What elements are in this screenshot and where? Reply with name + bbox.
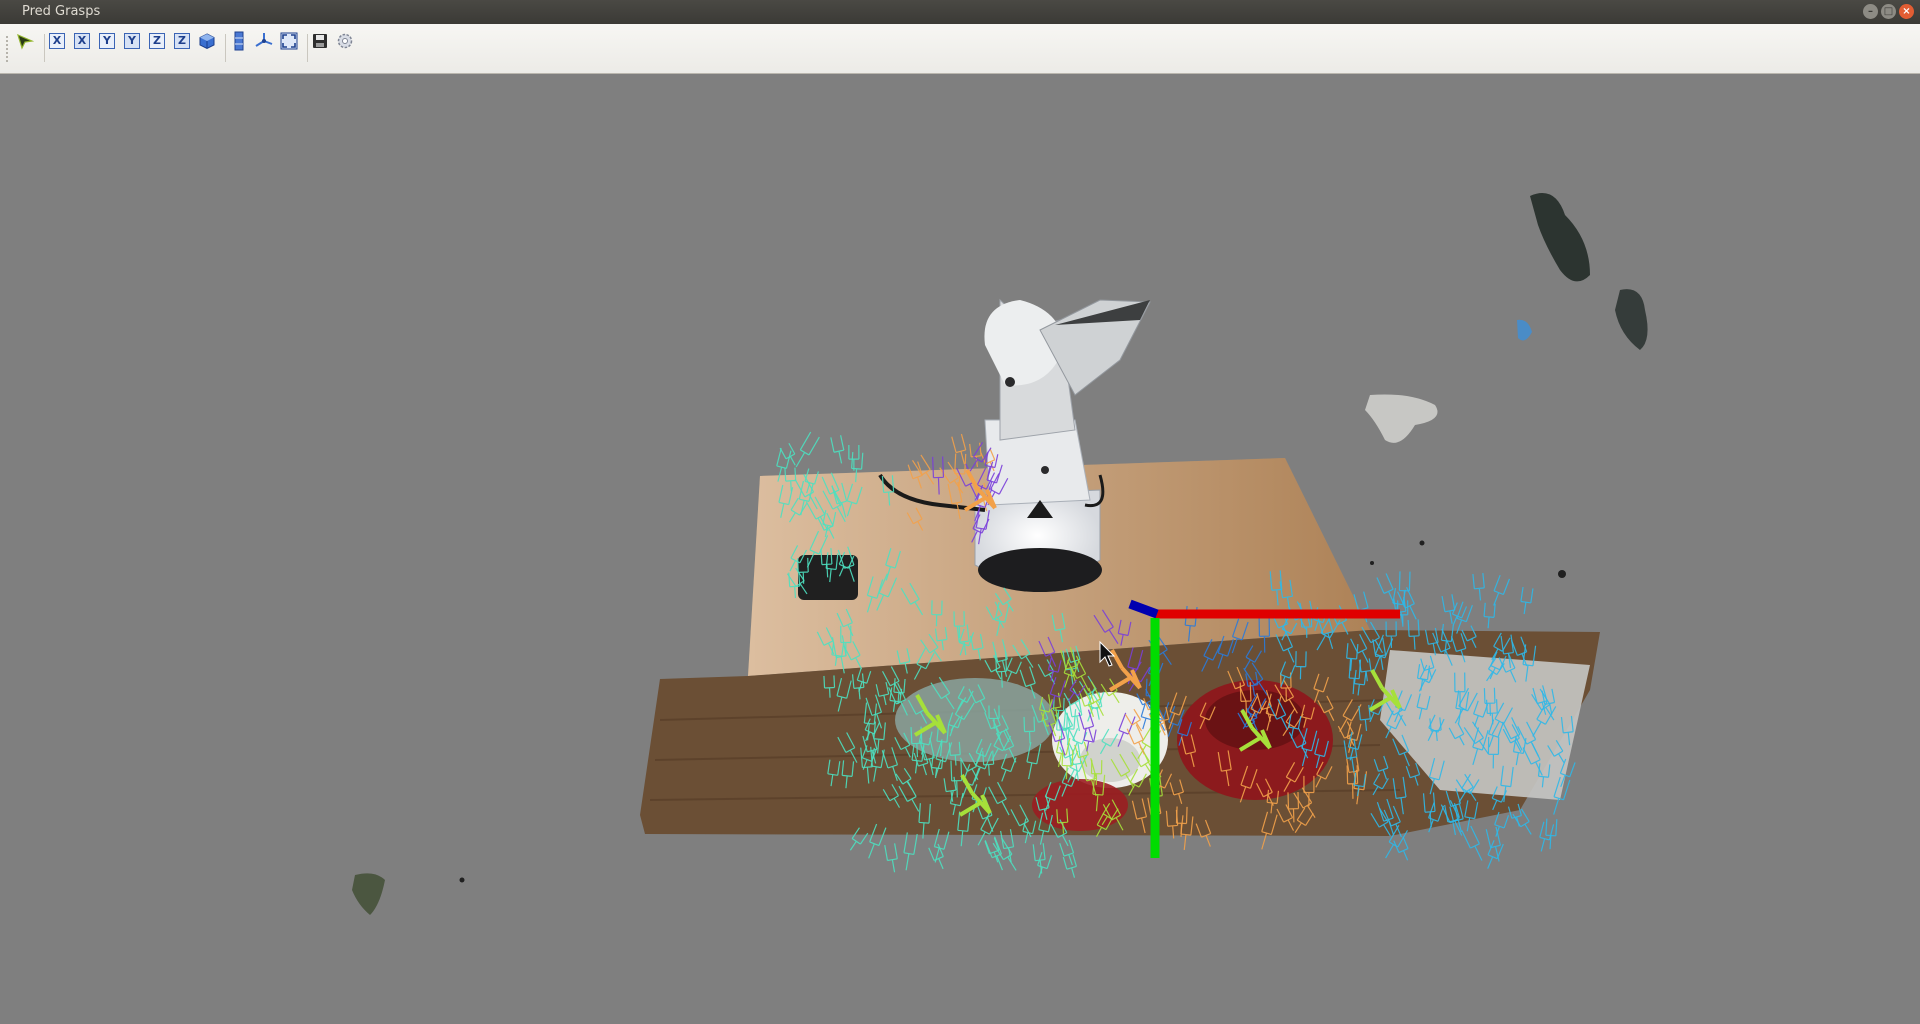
- toolbar: X X Y Y Z Z: [0, 24, 1920, 74]
- grasp-pose: [848, 444, 860, 471]
- toolbar-separator: [44, 34, 45, 62]
- cube-icon: [199, 33, 215, 50]
- grasp-pose: [1441, 594, 1456, 624]
- title-bar[interactable]: Pred Grasps – □ ×: [0, 0, 1920, 24]
- fit-view-button[interactable]: [278, 30, 300, 52]
- toolbar-separator: [225, 34, 226, 62]
- z-axis-negative-icon: Z: [174, 33, 190, 49]
- window-title: Pred Grasps: [22, 4, 101, 19]
- y-axis-icon: Y: [99, 33, 115, 49]
- projection-icon: [234, 31, 244, 51]
- view-y-negative-button[interactable]: Y: [121, 30, 143, 52]
- reset-camera-button[interactable]: [253, 30, 275, 52]
- view-x-negative-button[interactable]: X: [71, 30, 93, 52]
- window-controls: – □ ×: [1863, 4, 1914, 19]
- grasp-pose: [1520, 586, 1534, 615]
- y-axis-negative-icon: Y: [124, 33, 140, 49]
- grasp-pose: [1376, 573, 1395, 605]
- interact-tool-button[interactable]: [14, 30, 36, 52]
- maximize-icon[interactable]: □: [1881, 4, 1896, 19]
- settings-button[interactable]: [334, 30, 356, 52]
- x-axis-negative-icon: X: [74, 33, 90, 49]
- minimize-icon[interactable]: –: [1863, 4, 1878, 19]
- grasp-pose: [1393, 836, 1409, 861]
- parallel-projection-button[interactable]: [228, 30, 250, 52]
- app-window: Pred Grasps – □ × X X Y Y Z Z: [0, 0, 1920, 1024]
- z-axis-icon: Z: [149, 33, 165, 49]
- view-y-positive-button[interactable]: Y: [96, 30, 118, 52]
- grasp-pose: [1032, 843, 1046, 874]
- cloud-fragment: [1530, 193, 1590, 282]
- point-cloud-scene: [352, 193, 1648, 915]
- grasp-pose: [1472, 573, 1485, 601]
- interact-icon: [17, 33, 34, 50]
- close-icon[interactable]: ×: [1899, 4, 1914, 19]
- view-z-negative-button[interactable]: Z: [171, 30, 193, 52]
- x-axis-icon: X: [49, 33, 65, 49]
- toolbar-separator: [307, 34, 308, 62]
- view-z-positive-button[interactable]: Z: [146, 30, 168, 52]
- grasp-pose: [1512, 808, 1532, 835]
- grasp-pose: [1493, 574, 1511, 606]
- save-icon: [313, 34, 327, 48]
- grasp-pose: [1456, 601, 1473, 634]
- view-isometric-button[interactable]: [196, 30, 218, 52]
- toolbar-grip[interactable]: [6, 36, 11, 62]
- gray-bowl: [895, 678, 1055, 762]
- 3d-viewport[interactable]: [0, 74, 1920, 1024]
- grasp-pose: [903, 832, 918, 871]
- grasp-pose: [830, 435, 845, 464]
- grasp-pose: [1494, 811, 1510, 837]
- grasp-pose: [1483, 602, 1496, 629]
- grasp-pose: [795, 431, 820, 468]
- grasp-pose: [1461, 825, 1483, 861]
- grasp-pose: [884, 843, 898, 873]
- gear-icon: [337, 33, 353, 49]
- grasp-pose: [951, 433, 967, 465]
- fullscreen-icon: [280, 32, 298, 50]
- axes-icon: [255, 33, 273, 47]
- save-screenshot-button[interactable]: [309, 30, 331, 52]
- view-x-positive-button[interactable]: X: [46, 30, 68, 52]
